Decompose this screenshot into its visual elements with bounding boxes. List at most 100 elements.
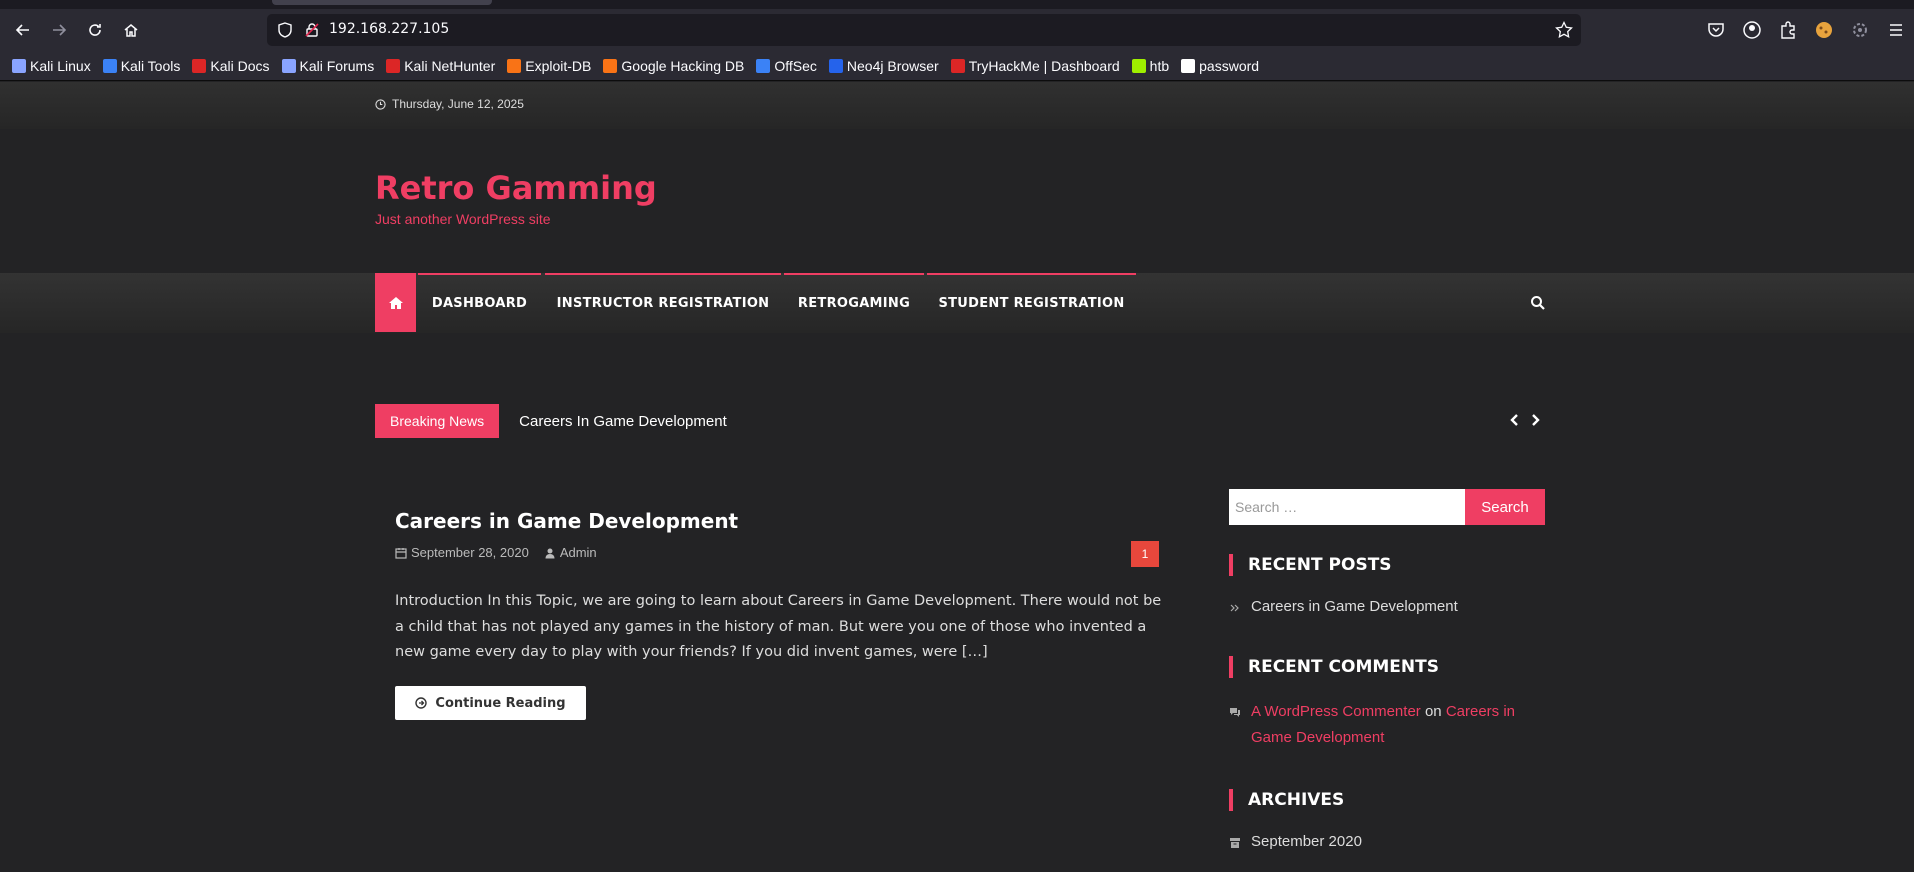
bookmark-label: Google Hacking DB [621, 57, 745, 74]
tab-strip [0, 0, 1914, 9]
bookmark-label: Kali Linux [30, 57, 91, 74]
bookmark-item[interactable]: Exploit-DB [507, 58, 591, 74]
arrow-circle-right-icon [415, 697, 428, 709]
breaking-news-headline[interactable]: Careers In Game Development [519, 413, 727, 430]
chevron-right-icon[interactable] [1528, 413, 1542, 427]
account-icon[interactable] [1742, 20, 1762, 40]
menu-hamburger-icon[interactable] [1886, 20, 1906, 40]
date-text: Thursday, June 12, 2025 [392, 97, 524, 111]
post-date[interactable]: September 28, 2020 [411, 545, 529, 560]
nav-item-retrogaming[interactable]: RETROGAMING [784, 273, 924, 332]
comment-count-badge[interactable]: 1 [1131, 541, 1159, 567]
bookmark-label: OffSec [774, 57, 817, 74]
bookmark-label: password [1199, 57, 1260, 74]
reload-button[interactable] [82, 17, 108, 43]
bookmark-favicon-icon [603, 58, 618, 73]
home-button[interactable] [118, 17, 144, 43]
bookmark-favicon-icon [102, 58, 117, 73]
bookmark-star-icon[interactable] [1555, 21, 1573, 39]
bookmark-favicon-icon [386, 58, 401, 73]
user-icon [545, 548, 555, 558]
bookmark-favicon-icon [1131, 58, 1146, 73]
archives-title: ARCHIVES [1229, 789, 1344, 811]
nav-home-button[interactable] [375, 273, 416, 332]
bookmark-label: htb [1149, 57, 1170, 74]
back-arrow-icon [15, 24, 29, 36]
site-header: Retro Gamming Just another WordPress sit… [0, 129, 1914, 273]
bookmark-label: Kali Forums [299, 57, 375, 74]
site-topbar: Thursday, June 12, 2025 [0, 82, 1914, 129]
bookmark-label: Neo4j Browser [846, 57, 939, 74]
forward-arrow-icon [53, 24, 67, 36]
bookmark-label: TryHackMe | Dashboard [968, 57, 1120, 74]
active-tab[interactable] [272, 0, 492, 5]
chevron-left-icon[interactable] [1508, 413, 1522, 427]
archive-item[interactable]: September 2020 [1229, 833, 1362, 850]
post-excerpt: Introduction In this Topic, we are going… [395, 593, 1162, 660]
bookmark-label: Kali Tools [120, 57, 181, 74]
bookmark-item[interactable]: htb [1131, 57, 1170, 74]
sidebar-search-input[interactable] [1229, 489, 1465, 525]
bookmark-item[interactable]: Kali Tools [102, 57, 181, 74]
post-title[interactable]: Careers in Game Development [395, 509, 738, 533]
bookmark-favicon-icon [828, 58, 843, 73]
bookmarks-toolbar: Kali Linux Kali Tools Kali Docs Kali Forums… [0, 51, 1914, 81]
continue-reading-button[interactable]: Continue Reading [395, 686, 586, 720]
bookmark-item[interactable]: OffSec [756, 58, 817, 74]
bookmark-item[interactable]: Kali Forums [281, 57, 375, 74]
current-date: Thursday, June 12, 2025 [375, 97, 524, 111]
nav-item-dashboard[interactable]: DASHBOARD [418, 273, 541, 332]
archive-link[interactable]: September 2020 [1251, 833, 1362, 850]
post-author[interactable]: Admin [560, 545, 597, 560]
bookmark-favicon-icon [1181, 58, 1196, 73]
main-navigation: DASHBOARD INSTRUCTOR REGISTRATION RETROG… [0, 273, 1914, 333]
back-button[interactable] [10, 17, 36, 43]
bookmark-item[interactable]: Kali Linux [12, 58, 91, 74]
bookmark-item[interactable]: Kali Docs [192, 58, 270, 74]
recent-posts-title: RECENT POSTS [1229, 554, 1392, 576]
breaking-news-bar: Breaking News Careers In Game Developmen… [375, 404, 727, 438]
continue-reading-label: Continue Reading [435, 695, 566, 711]
site-title[interactable]: Retro Gamming [375, 169, 657, 207]
bookmark-item[interactable]: TryHackMe | Dashboard [950, 57, 1120, 74]
reload-icon [89, 24, 101, 36]
bookmark-favicon-icon [192, 58, 207, 73]
bookmark-item[interactable]: Google Hacking DB [603, 58, 744, 74]
nav-item-student-registration[interactable]: STUDENT REGISTRATION [927, 273, 1136, 332]
bookmark-item[interactable]: Neo4j Browser [828, 57, 939, 74]
home-icon [388, 296, 403, 309]
recent-post-item[interactable]: Careers in Game Development [1229, 598, 1458, 615]
site-tagline: Just another WordPress site [375, 211, 551, 227]
cookie-extension-icon[interactable] [1814, 20, 1834, 40]
shield-icon[interactable] [277, 22, 293, 38]
forward-button[interactable] [46, 17, 72, 43]
recent-comments-title: RECENT COMMENTS [1229, 656, 1439, 678]
bookmark-item[interactable]: password [1181, 58, 1259, 74]
comments-icon [1230, 708, 1240, 717]
clock-icon [375, 98, 386, 110]
extensions-icon[interactable] [1778, 20, 1798, 40]
recent-comment-text: A WordPress Commenter on Careers in Game… [1251, 699, 1545, 751]
comment-on-text: on [1424, 703, 1442, 720]
recent-post-link[interactable]: Careers in Game Development [1251, 598, 1458, 615]
pocket-icon[interactable] [1706, 20, 1726, 40]
bookmark-favicon-icon [950, 58, 965, 73]
bookmark-favicon-icon [756, 58, 771, 73]
comment-author-link[interactable]: A WordPress Commenter [1251, 703, 1421, 720]
recent-comment-item: A WordPress Commenter on Careers in Game… [1229, 699, 1545, 751]
url-bar[interactable]: 192.168.227.105 [267, 14, 1581, 46]
bookmark-item[interactable]: Kali NetHunter [386, 58, 495, 74]
double-chevron-right-icon [1230, 604, 1239, 612]
settings-gear-icon[interactable] [1850, 20, 1870, 40]
bookmark-favicon-icon [507, 58, 522, 73]
url-text[interactable]: 192.168.227.105 [329, 21, 449, 37]
home-icon [124, 24, 138, 37]
calendar-icon [395, 547, 407, 559]
post-meta: September 28, 2020 Admin [395, 545, 597, 560]
bookmark-label: Kali NetHunter [404, 57, 496, 74]
nav-item-instructor-registration[interactable]: INSTRUCTOR REGISTRATION [545, 273, 781, 332]
insecure-lock-icon[interactable] [304, 22, 320, 38]
search-icon[interactable] [1530, 295, 1546, 311]
sidebar-search-button[interactable]: Search [1465, 489, 1545, 525]
breaking-news-label: Breaking News [375, 404, 500, 438]
